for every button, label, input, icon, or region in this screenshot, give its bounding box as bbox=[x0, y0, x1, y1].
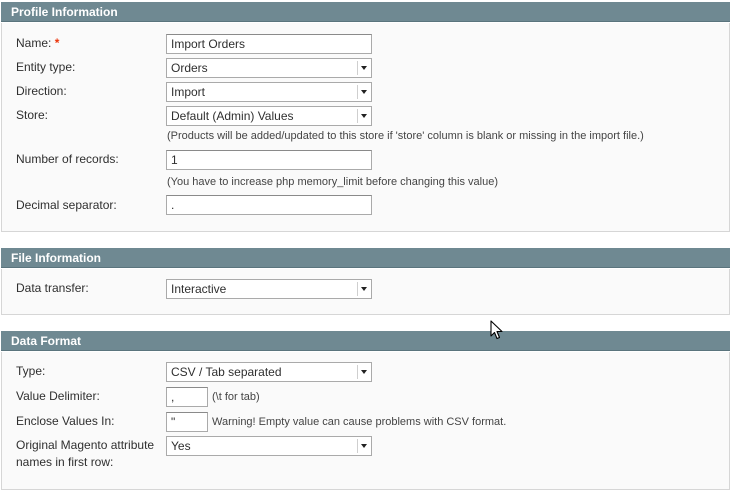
decimal-separator-label: Decimal separator: bbox=[16, 198, 117, 212]
number-of-records-input[interactable]: 1 bbox=[166, 150, 372, 170]
original-attribute-names-value: Yes bbox=[171, 439, 191, 453]
mouse-cursor-icon bbox=[490, 320, 503, 340]
direction-value: Import bbox=[171, 85, 206, 99]
direction-label: Direction: bbox=[16, 84, 67, 98]
name-label: Name: * bbox=[16, 36, 59, 51]
profile-information-header: Profile Information bbox=[1, 2, 730, 22]
profile-information-section: Profile Information Name: * Import Order… bbox=[0, 2, 731, 232]
required-mark: * bbox=[54, 36, 60, 50]
records-note: (You have to increase php memory_limit b… bbox=[167, 176, 498, 188]
data-transfer-value: Interactive bbox=[171, 282, 227, 296]
file-information-section: File Information Data transfer: Interact… bbox=[0, 248, 731, 315]
original-label-line1: Original Magento attribute bbox=[16, 438, 155, 452]
original-attribute-names-select[interactable]: Yes bbox=[166, 436, 372, 456]
number-of-records-label: Number of records: bbox=[16, 152, 119, 166]
name-input[interactable]: Import Orders bbox=[166, 34, 372, 54]
chevron-down-icon bbox=[357, 282, 369, 296]
name-label-text: Name: bbox=[16, 36, 52, 50]
enclose-values-input[interactable]: " bbox=[166, 412, 208, 432]
value-delimiter-label: Value Delimiter: bbox=[16, 389, 100, 403]
type-label: Type: bbox=[16, 364, 46, 378]
value-delimiter-input[interactable]: , bbox=[166, 387, 208, 407]
delimiter-note: (\t for tab) bbox=[212, 391, 260, 403]
chevron-down-icon bbox=[357, 61, 369, 75]
chevron-down-icon bbox=[357, 439, 369, 453]
enclose-values-label: Enclose Values In: bbox=[16, 414, 115, 428]
direction-select[interactable]: Import bbox=[166, 82, 372, 102]
chevron-down-icon bbox=[357, 109, 369, 123]
chevron-down-icon bbox=[357, 365, 369, 379]
file-information-header: File Information bbox=[1, 248, 730, 268]
store-value: Default (Admin) Values bbox=[171, 109, 294, 123]
data-transfer-label: Data transfer: bbox=[16, 281, 89, 295]
original-attribute-names-label: Original Magento attribute names in firs… bbox=[16, 438, 154, 470]
data-transfer-select[interactable]: Interactive bbox=[166, 279, 372, 299]
data-format-section: Data Format Type: CSV / Tab separated Va… bbox=[0, 331, 731, 490]
enclose-note: Warning! Empty value can cause problems … bbox=[212, 416, 507, 428]
original-label-line2: names in first row: bbox=[16, 455, 114, 469]
entity-type-select[interactable]: Orders bbox=[166, 58, 372, 78]
entity-type-value: Orders bbox=[171, 61, 208, 75]
type-value: CSV / Tab separated bbox=[171, 365, 282, 379]
data-format-header: Data Format bbox=[1, 331, 730, 351]
type-select[interactable]: CSV / Tab separated bbox=[166, 362, 372, 382]
decimal-separator-input[interactable]: . bbox=[166, 195, 372, 215]
chevron-down-icon bbox=[357, 85, 369, 99]
entity-type-label: Entity type: bbox=[16, 60, 76, 74]
store-label: Store: bbox=[16, 108, 49, 122]
store-note: (Products will be added/updated to this … bbox=[167, 130, 644, 142]
store-select[interactable]: Default (Admin) Values bbox=[166, 106, 372, 126]
